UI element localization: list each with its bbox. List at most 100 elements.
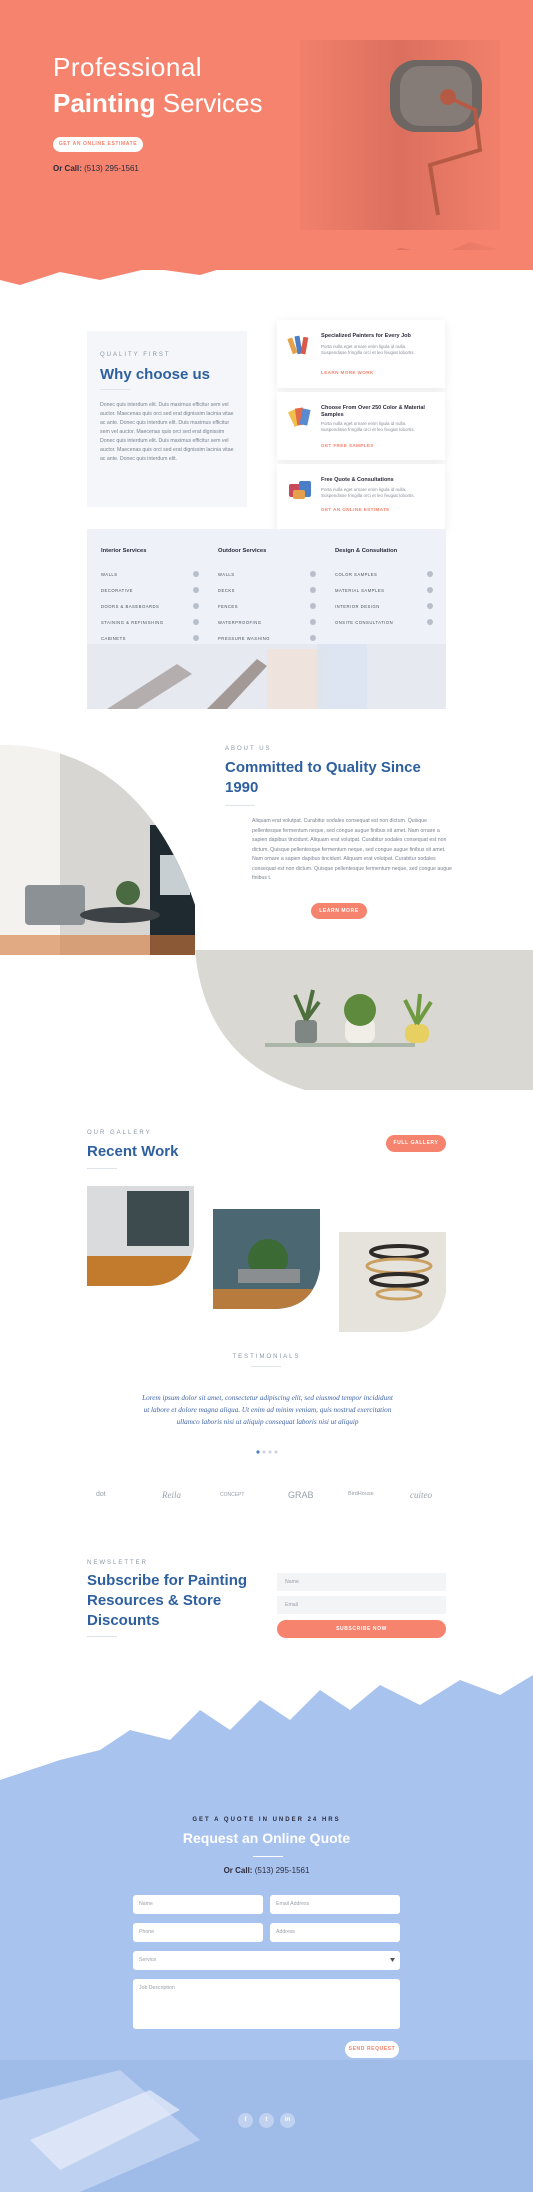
living-room-photo — [0, 745, 195, 955]
plus-icon[interactable] — [427, 571, 433, 577]
learn-more-button[interactable]: LEARN MORE — [311, 903, 367, 919]
quote-divider — [253, 1856, 283, 1857]
testimonials-divider — [251, 1366, 281, 1367]
plus-icon[interactable] — [310, 619, 316, 625]
design-consultation-heading: Design & Consultation — [335, 548, 398, 554]
hero-title-rest: Services — [162, 88, 263, 118]
newsletter-title: Subscribe for Painting Resources & Store… — [87, 1572, 248, 1629]
feature-title: Specialized Painters for Every Job — [321, 333, 411, 339]
newsletter-divider — [87, 1636, 117, 1637]
subscribe-button[interactable]: SUBSCRIBE NOW — [277, 1620, 446, 1638]
brushes-icon — [287, 335, 309, 355]
plus-icon[interactable] — [310, 603, 316, 609]
service-item[interactable]: DECORATIVE — [101, 588, 133, 593]
quote-description-textarea[interactable]: Job Description — [133, 1979, 400, 2029]
quote-name-input[interactable]: Name — [133, 1895, 263, 1914]
quote-eyebrow: GET A QUOTE IN UNDER 24 HRS — [192, 1817, 341, 1823]
feature-card-samples: Choose From Over 250 Color & Material Sa… — [277, 392, 445, 460]
plus-icon[interactable] — [310, 571, 316, 577]
service-item[interactable]: FENCES — [218, 604, 238, 609]
testimonial-quote: Lorem ipsum dolor sit amet, consectetur … — [142, 1394, 393, 1426]
plus-icon[interactable] — [193, 587, 199, 593]
hero-title-line2: Painting Services — [53, 88, 263, 119]
quote-phone-input[interactable]: Phone — [133, 1923, 263, 1942]
get-estimate-button[interactable]: GET AN ONLINE ESTIMATE — [53, 137, 143, 152]
service-item[interactable]: ONSITE CONSULTATION — [335, 620, 393, 625]
quote-email-input[interactable]: Email Address — [270, 1895, 400, 1914]
newsletter-email-input[interactable]: Email — [277, 1596, 446, 1614]
gallery-eyebrow: OUR GALLERY — [87, 1130, 152, 1136]
why-text: Donec quis interdum elit. Duis maximus e… — [100, 402, 234, 462]
quote-address-input[interactable]: Address — [270, 1923, 400, 1942]
service-item[interactable]: STAINING & REFINISHING — [101, 620, 164, 625]
about-eyebrow: ABOUT US — [225, 746, 272, 752]
client-logo: GRAB — [288, 1490, 314, 1500]
service-item[interactable]: DOORS & BASEBOARDS — [101, 604, 159, 609]
plus-icon[interactable] — [310, 587, 316, 593]
gallery-image-2[interactable] — [213, 1209, 320, 1309]
service-item[interactable]: COLOR SAMPLES — [335, 572, 377, 577]
gallery-image-1[interactable] — [87, 1186, 194, 1286]
hero-title-bold: Painting — [53, 88, 156, 118]
feature-desc: Porta nulla eget ornare enim ligula id n… — [321, 421, 415, 432]
testimonials-eyebrow: TESTIMONIALS — [232, 1354, 301, 1360]
feature-title: Choose From Over 250 Color & Material Sa… — [321, 405, 425, 418]
newsletter-eyebrow: NEWSLETTER — [87, 1560, 149, 1566]
quote-service-select[interactable]: Service — [133, 1951, 400, 1970]
about-title: Committed to Quality Since 1990 — [225, 759, 421, 796]
plus-icon[interactable] — [193, 603, 199, 609]
plants-shelf-photo — [195, 950, 533, 1090]
learn-more-link[interactable]: LEARN MORE WORK — [321, 370, 374, 375]
free-samples-link[interactable]: GET FREE SAMPLES — [321, 443, 374, 448]
interior-services-heading: Interior Services — [101, 548, 147, 554]
gallery-image-3[interactable] — [339, 1232, 446, 1332]
feature-card-quote: Free Quote & Consultations Porta nulla e… — [277, 464, 445, 532]
hero-section: Professional Painting Services GET AN ON… — [0, 0, 533, 300]
hero-call: Or Call: (513) 295-1561 — [53, 164, 139, 173]
hero-call-label: Or Call: — [53, 164, 82, 173]
service-item[interactable]: WATERPROOFING — [218, 620, 262, 625]
facebook-icon[interactable]: f — [238, 2113, 253, 2128]
recent-divider — [87, 1168, 117, 1169]
plus-icon[interactable] — [310, 635, 316, 641]
quote-call-label: Or Call: — [223, 1866, 253, 1875]
why-title: Why choose us — [100, 366, 211, 383]
full-gallery-button[interactable]: FULL GALLERY — [386, 1135, 446, 1152]
plus-icon[interactable] — [193, 571, 199, 577]
quote-title: Request an Online Quote — [182, 1830, 351, 1846]
why-divider — [100, 389, 130, 390]
twitter-icon[interactable]: t — [259, 2113, 274, 2128]
online-estimate-link[interactable]: GET AN ONLINE ESTIMATE — [321, 507, 390, 512]
plus-icon[interactable] — [193, 619, 199, 625]
instagram-icon[interactable]: in — [280, 2113, 295, 2128]
hero-phone-link[interactable]: (513) 295-1561 — [84, 164, 139, 173]
plus-icon[interactable] — [427, 603, 433, 609]
client-logo: CONCEPT — [220, 1492, 245, 1498]
client-logo: dot — [96, 1491, 106, 1498]
send-request-button[interactable]: SEND REQUEST — [345, 2041, 399, 2058]
why-eyebrow: QUALITY FIRST — [100, 352, 171, 358]
hero-title-line1: Professional — [53, 52, 203, 82]
newsletter-name-input[interactable]: Name — [277, 1573, 446, 1591]
service-item[interactable]: PRESSURE WASHING — [218, 636, 270, 641]
service-item[interactable]: DECKS — [218, 588, 235, 593]
brushes-photo — [87, 644, 446, 709]
quote-call: Or Call: (513) 295-1561 — [0, 1866, 533, 1875]
slider-dots[interactable] — [256, 1450, 278, 1454]
plus-icon[interactable] — [427, 619, 433, 625]
quote-phone-link[interactable]: (513) 295-1561 — [255, 1866, 310, 1875]
paint-cans-icon — [289, 481, 311, 499]
service-item[interactable]: INTERIOR DESIGN — [335, 604, 380, 609]
color-swatches-icon — [287, 407, 311, 427]
services-panel: Interior Services Outdoor Services Desig… — [87, 529, 446, 709]
service-item[interactable]: WALLS — [101, 572, 118, 577]
paint-roller-image — [300, 40, 500, 250]
client-logo: cuiteo — [410, 1490, 432, 1500]
plus-icon[interactable] — [193, 635, 199, 641]
service-item[interactable]: WALLS — [218, 572, 235, 577]
client-logo: Reila — [162, 1490, 181, 1500]
service-item[interactable]: MATERIAL SAMPLES — [335, 588, 384, 593]
service-item[interactable]: CABINETS — [101, 636, 126, 641]
plus-icon[interactable] — [427, 587, 433, 593]
feature-card-painters: Specialized Painters for Every Job Porta… — [277, 320, 445, 388]
